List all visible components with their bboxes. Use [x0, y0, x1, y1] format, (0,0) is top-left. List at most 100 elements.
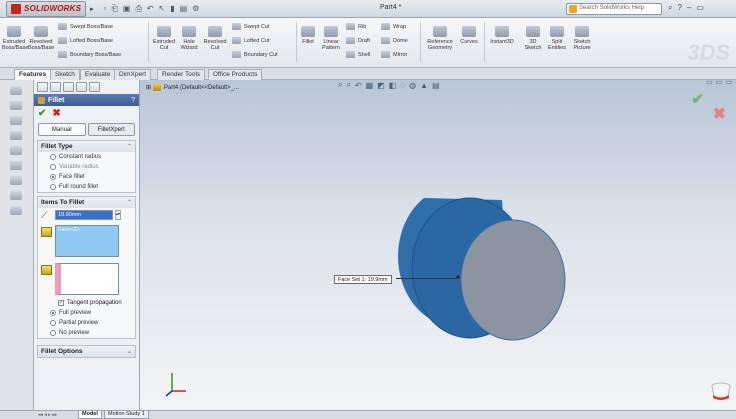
collapse-icon[interactable]: ⌃	[127, 143, 132, 150]
cylinder-model[interactable]	[140, 80, 736, 410]
print-icon[interactable]: ⎙	[135, 4, 141, 14]
radius-input[interactable]: 19.90mm	[55, 210, 113, 220]
tab-render-tools[interactable]: Render Tools	[157, 69, 206, 80]
curves-button[interactable]: Curves	[458, 26, 480, 45]
help-button[interactable]: ?	[131, 97, 135, 104]
boundary-cut-button[interactable]: Boundary Cut	[232, 51, 278, 58]
property-manager-icon[interactable]	[10, 101, 22, 110]
fillet-type-heading[interactable]: Fillet Type ⌃	[38, 141, 135, 152]
radio-face-fillet[interactable]: Face fillet	[38, 172, 135, 182]
mirror-button[interactable]: Mirror	[381, 51, 407, 58]
radio-variable-radius[interactable]: Variable radius	[38, 162, 135, 172]
save-icon[interactable]: ▣	[123, 4, 131, 14]
instant3d-button[interactable]: Instant3D	[488, 26, 516, 45]
new-document-icon[interactable]: ▫	[104, 4, 107, 14]
boundary-boss-button[interactable]: Boundary Boss/Base	[58, 51, 121, 58]
tab-evaluate[interactable]: Evaluate	[80, 69, 116, 80]
options-icon[interactable]: ⚙	[192, 4, 199, 14]
tab-filletxpert[interactable]: FilletXpert	[87, 123, 135, 136]
radio-full-round-fillet[interactable]: Full round fillet	[38, 182, 135, 192]
tab-manual[interactable]: Manual	[38, 123, 86, 136]
select-icon[interactable]: ↖	[159, 4, 166, 14]
tab-scroll-arrows[interactable]: ◂◂ ◂ ▸ ▸▸	[38, 412, 57, 418]
graphics-area[interactable]: ⊞ Part4 (Default<<Default>_... ⌕ ⌕ ↶ ▦ ◩…	[140, 80, 736, 410]
split-entities-button[interactable]: Split Entities	[546, 26, 568, 51]
display-manager-tab-icon[interactable]	[89, 82, 100, 92]
configuration-manager-tab-icon[interactable]	[63, 82, 74, 92]
fillet-button[interactable]: Fillet	[299, 26, 317, 45]
lofted-cut-button[interactable]: Lofted Cut	[232, 37, 269, 44]
radio-button[interactable]	[50, 330, 56, 336]
minimize-icon[interactable]: –	[687, 3, 691, 13]
face-set-1-selection[interactable]: Face<2>	[55, 225, 119, 257]
feature-manager-tab-icon[interactable]	[37, 82, 48, 92]
cylinder-front-face[interactable]	[460, 219, 566, 341]
lofted-boss-button[interactable]: Lofted Boss/Base	[58, 37, 113, 44]
shell-button[interactable]: Shell	[346, 51, 370, 58]
restore-icon[interactable]: ▭	[696, 3, 704, 13]
feature-tree-icon[interactable]	[10, 86, 22, 95]
sketch-icon[interactable]	[10, 161, 22, 170]
fillet-options-heading[interactable]: Fillet Options ⌄	[38, 346, 135, 357]
rebuild-icon[interactable]: ▮	[170, 4, 174, 14]
rib-button[interactable]: Rib	[346, 23, 366, 30]
radio-no-preview[interactable]: No preview	[38, 328, 135, 338]
undo-icon[interactable]: ↶	[147, 4, 154, 14]
reference-geometry-button[interactable]: Reference Geometry	[424, 26, 456, 51]
extruded-boss-button[interactable]: Extruded Boss/Base	[2, 26, 28, 51]
draft-button[interactable]: Draft	[346, 37, 370, 44]
cup-icon	[711, 382, 731, 400]
help-icon[interactable]: ?	[677, 3, 681, 13]
sketch-picture-button[interactable]: Sketch Picture	[570, 26, 594, 51]
property-manager-tab-icon[interactable]	[50, 82, 61, 92]
swept-boss-button[interactable]: Swept Boss/Base	[58, 23, 113, 30]
configuration-icon[interactable]	[10, 116, 22, 125]
radio-button[interactable]	[50, 320, 56, 326]
radio-button[interactable]	[50, 184, 56, 190]
radio-full-preview[interactable]: Full preview	[38, 308, 135, 318]
tangent-propagation-checkbox[interactable]: ✓ Tangent propagation	[38, 298, 135, 308]
3d-sketch-button[interactable]: 3D Sketch	[522, 26, 544, 51]
radio-button[interactable]	[50, 164, 56, 170]
smart-dimension-icon[interactable]	[10, 176, 22, 185]
radio-constant-radius[interactable]: Constant radius	[38, 152, 135, 162]
radio-button-selected[interactable]	[50, 310, 56, 316]
dimxpert-icon[interactable]	[10, 131, 22, 140]
search-icon[interactable]: ⌕	[668, 3, 672, 13]
search-input[interactable]: Search SolidWorks Help	[566, 3, 662, 15]
face-set-callout[interactable]: Face Set 1: 19.9mm	[334, 275, 392, 284]
radio-button[interactable]	[50, 154, 56, 160]
face-set-2-selection[interactable]	[55, 263, 119, 295]
solidworks-logo[interactable]: SOLIDWORKS	[6, 0, 87, 17]
tab-office-products[interactable]: Office Products	[208, 69, 263, 80]
arc-tool-icon[interactable]	[10, 206, 22, 215]
open-icon[interactable]: ⎗	[111, 4, 117, 14]
linear-pattern-button[interactable]: Linear Pattern	[319, 26, 343, 51]
wrap-button[interactable]: Wrap	[381, 23, 406, 30]
dome-button[interactable]: Dome	[381, 37, 408, 44]
dimxpert-manager-tab-icon[interactable]	[76, 82, 87, 92]
revolved-cut-button[interactable]: Revolved Cut	[202, 26, 228, 51]
tab-sketch[interactable]: Sketch	[50, 69, 80, 80]
tab-dimxpert[interactable]: DimXpert	[114, 69, 152, 80]
menu-arrow-icon[interactable]: ▸	[90, 5, 94, 13]
swept-cut-button[interactable]: Swept Cut	[232, 23, 269, 30]
tab-model[interactable]: Model	[78, 411, 102, 419]
line-tool-icon[interactable]	[10, 191, 22, 200]
radio-button-selected[interactable]	[50, 174, 56, 180]
revolved-boss-button[interactable]: Revolved Boss/Base	[28, 26, 54, 51]
display-manager-icon[interactable]	[10, 146, 22, 155]
collapse-icon[interactable]: ⌃	[127, 199, 132, 206]
extruded-cut-button[interactable]: Extruded Cut	[152, 26, 176, 51]
tab-motion-study[interactable]: Motion Study 1	[104, 411, 149, 419]
ok-check-icon[interactable]: ✔	[38, 108, 46, 119]
radius-spinner[interactable]: ▴▾	[115, 210, 121, 220]
items-to-fillet-heading[interactable]: Items To Fillet ⌃	[38, 197, 135, 208]
file-properties-icon[interactable]: ▤	[180, 4, 188, 14]
cancel-x-icon[interactable]: ✖	[52, 108, 60, 119]
hole-wizard-button[interactable]: Hole Wizard	[178, 26, 200, 51]
checkbox-checked[interactable]: ✓	[58, 300, 64, 306]
radio-partial-preview[interactable]: Partial preview	[38, 318, 135, 328]
expand-icon[interactable]: ⌄	[127, 348, 132, 355]
tab-features[interactable]: Features	[14, 69, 52, 80]
